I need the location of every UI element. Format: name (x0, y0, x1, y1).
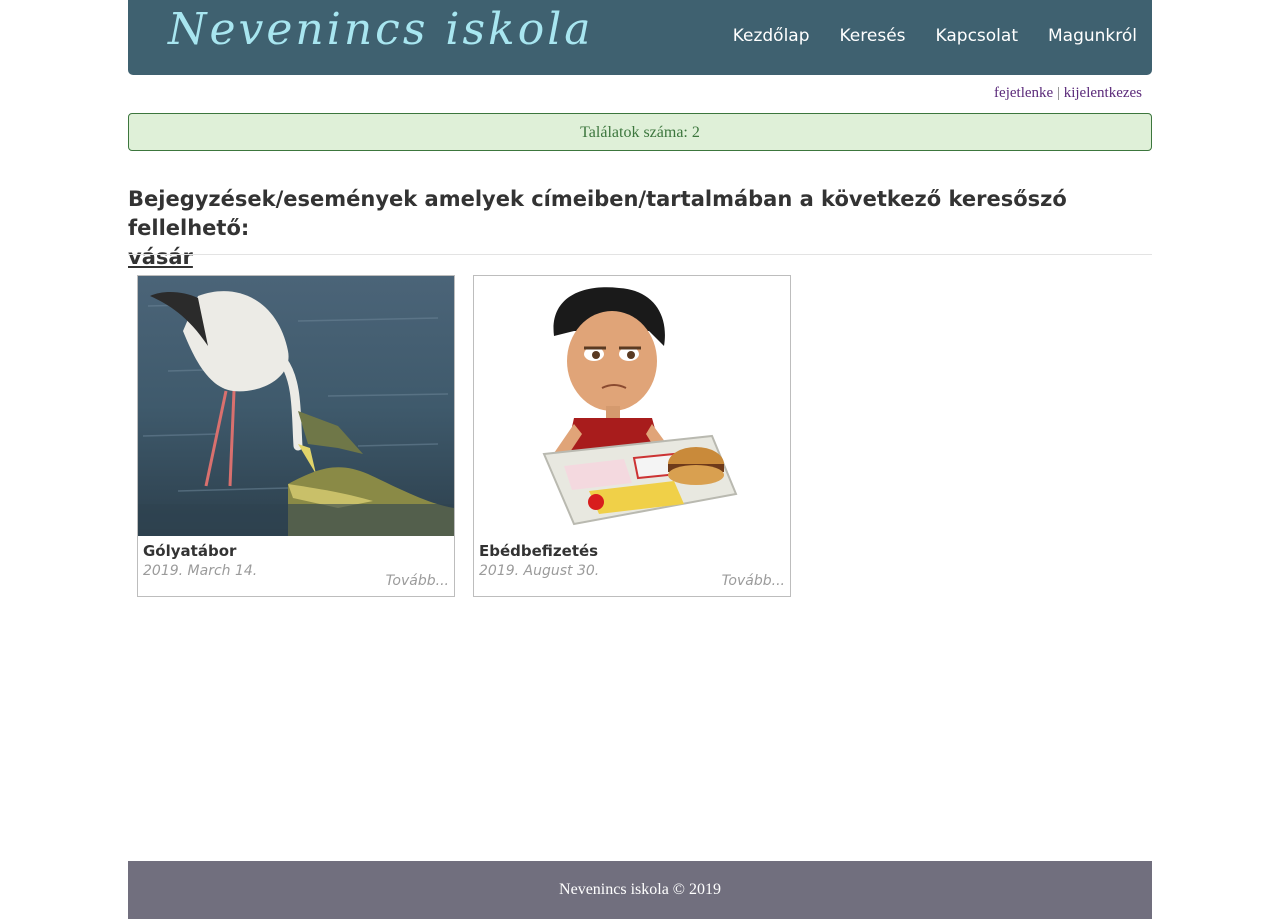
nav-item-magunkrol[interactable]: Magunkról (1048, 26, 1137, 46)
result-card[interactable]: Ebédbefizetés 2019. August 30. Tovább... (473, 275, 791, 597)
logout-link[interactable]: kijelentkezes (1064, 85, 1142, 101)
results-count-text: Találatok száma: 2 (580, 124, 700, 141)
results-heading: Bejegyzések/események amelyek címeiben/t… (128, 185, 1152, 272)
username-link[interactable]: fejetlenke (994, 85, 1053, 101)
result-card[interactable]: Gólyatábor 2019. March 14. Tovább... (137, 275, 455, 597)
user-links: fejetlenke | kijelentkezes (994, 85, 1142, 102)
card-image-lunch-tray[interactable] (474, 276, 790, 536)
card-title[interactable]: Ebédbefizetés (479, 542, 598, 560)
heading-divider (128, 254, 1152, 255)
navbar: Nevenincs iskola Kezdőlap Keresés Kapcso… (128, 0, 1152, 75)
card-date: 2019. August 30. (479, 563, 600, 579)
search-term: vásár (128, 245, 193, 269)
site-brand[interactable]: Nevenincs iskola (168, 4, 594, 55)
card-image-stork-crocodile[interactable] (138, 276, 454, 536)
nav-item-kezdolap[interactable]: Kezdőlap (733, 26, 810, 46)
card-title[interactable]: Gólyatábor (143, 542, 236, 560)
card-more-link[interactable]: Tovább... (722, 573, 785, 589)
card-more-link[interactable]: Tovább... (386, 573, 449, 589)
main-nav: Kezdőlap Keresés Kapcsolat Magunkról (733, 26, 1137, 46)
footer-text: Nevenincs iskola © 2019 (559, 881, 721, 898)
results-count-alert: Találatok száma: 2 (128, 113, 1152, 151)
user-links-separator: | (1056, 85, 1060, 101)
results-heading-text: Bejegyzések/események amelyek címeiben/t… (128, 187, 1067, 240)
nav-item-kapcsolat[interactable]: Kapcsolat (936, 26, 1018, 46)
nav-item-kereses[interactable]: Keresés (840, 26, 906, 46)
card-date: 2019. March 14. (143, 563, 258, 579)
footer: Nevenincs iskola © 2019 (128, 861, 1152, 919)
